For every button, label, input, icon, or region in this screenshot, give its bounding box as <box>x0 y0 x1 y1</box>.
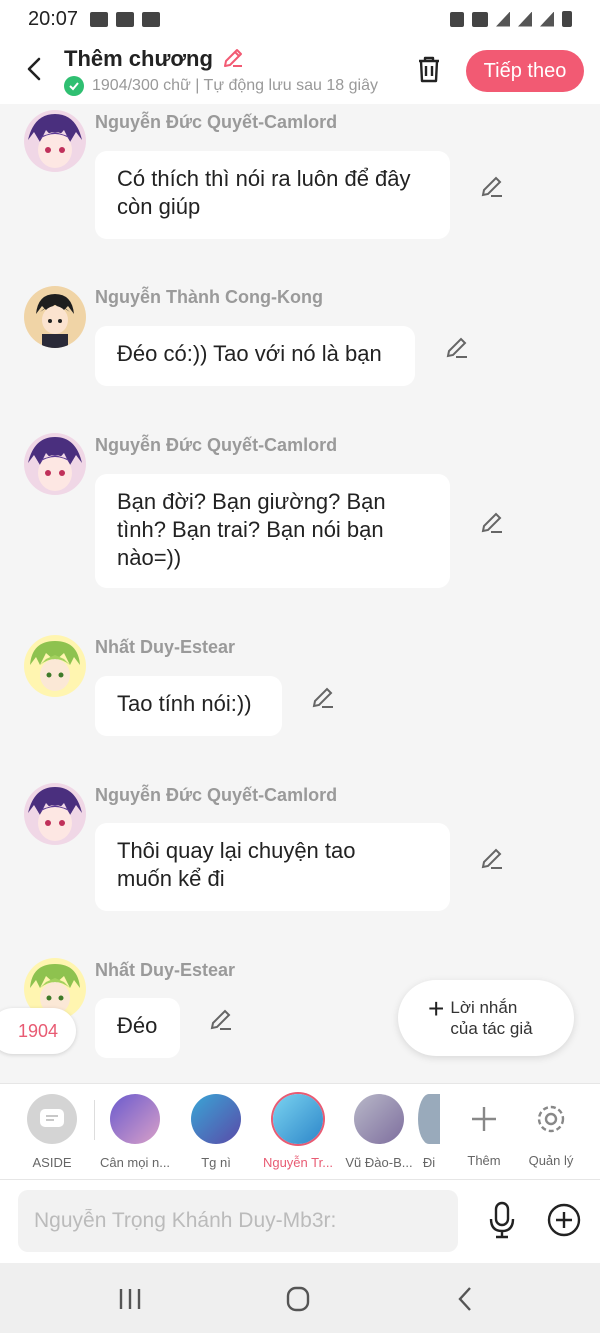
sender-name: Nguyễn Đức Quyết-Camlord <box>95 112 338 132</box>
plus-icon <box>472 1107 496 1131</box>
gear-icon <box>537 1105 565 1133</box>
manage-button[interactable]: Quản lý <box>511 1094 591 1168</box>
avatar[interactable] <box>24 433 86 495</box>
character-item[interactable]: Vũ Đào-B... <box>339 1094 419 1170</box>
character-avatar <box>418 1094 440 1144</box>
title-wrap: Thêm chương <box>64 46 245 72</box>
avatar[interactable] <box>24 286 86 348</box>
avatar[interactable] <box>24 110 86 172</box>
input-bar <box>0 1179 600 1263</box>
system-nav-bar <box>0 1263 600 1333</box>
character-avatar <box>110 1094 160 1144</box>
message-bubble[interactable]: Tao tính nói:)) <box>95 676 282 736</box>
battery-icon <box>562 11 572 27</box>
home-icon[interactable] <box>280 1283 316 1315</box>
sender-name: Nguyễn Đức Quyết-Camlord <box>95 785 338 805</box>
add-circle-icon[interactable] <box>546 1202 582 1238</box>
message-input[interactable] <box>18 1190 458 1252</box>
character-label: Đi <box>422 1155 436 1170</box>
edit-pencil-icon[interactable] <box>443 334 471 362</box>
character-label: Tg nì <box>201 1155 231 1170</box>
character-avatar <box>191 1094 241 1144</box>
message-line: còn giúp <box>117 194 201 219</box>
character-item[interactable]: Cân mọi n... <box>95 1094 175 1170</box>
character-strip: ASIDE Cân mọi n... Tg nì Nguyễn Tr... Vũ… <box>0 1083 600 1179</box>
edit-pencil-icon[interactable] <box>309 684 337 712</box>
character-aside[interactable]: ASIDE <box>12 1094 92 1170</box>
mute-icon <box>472 11 488 27</box>
sender-name: Nguyễn Thành Cong-Kong <box>95 287 323 307</box>
avatar[interactable] <box>24 783 86 845</box>
author-note-line: của tác giả <box>450 1019 533 1038</box>
youtube-icon <box>116 11 135 27</box>
message-line: Có thích thì nói ra luôn để đây <box>117 166 411 191</box>
character-label: Cân mọi n... <box>99 1155 171 1170</box>
back-arrow-icon[interactable] <box>20 54 50 84</box>
wifi-icon <box>496 11 510 27</box>
gallery-icon <box>90 11 109 27</box>
sender-name: Nhất Duy-Estear <box>95 960 236 980</box>
message-line: nào=)) <box>117 545 182 570</box>
aside-icon <box>27 1094 77 1144</box>
character-label: ASIDE <box>32 1155 72 1170</box>
message-line: Bạn đời? Bạn giường? Bạn <box>117 489 386 514</box>
word-count-pill[interactable]: 1904 <box>0 1008 76 1054</box>
message-bubble[interactable]: Thôi quay lại chuyện tao muốn kể đi <box>95 823 450 911</box>
message-bubble[interactable]: Đéo có:)) Tao với nó là bạn <box>95 326 415 386</box>
character-avatar <box>273 1094 323 1144</box>
author-note-line: Lời nhắn <box>450 998 518 1017</box>
sender-name: Nguyễn Đức Quyết-Camlord <box>95 435 338 455</box>
clock-icon <box>142 11 161 27</box>
character-label: Quản lý <box>528 1153 574 1168</box>
check-icon <box>64 76 84 96</box>
message-line: Thôi quay lại chuyện tao <box>117 838 356 863</box>
notification-icons <box>90 11 161 27</box>
character-label: Nguyễn Tr... <box>262 1155 334 1170</box>
top-header: Thêm chương 1904/300 chữ | Tự động lưu s… <box>0 38 600 104</box>
sender-name: Nhất Duy-Estear <box>95 637 236 657</box>
save-status-text: 1904/300 chữ | Tự động lưu sau 18 giây <box>92 77 378 94</box>
character-label: Vũ Đào-B... <box>345 1155 413 1170</box>
status-bar: 20:07 <box>0 0 600 38</box>
edit-pencil-icon[interactable] <box>207 1006 235 1034</box>
character-item[interactable]: Tg nì <box>176 1094 256 1170</box>
message-bubble[interactable]: Có thích thì nói ra luôn để đây còn giúp <box>95 151 450 239</box>
save-status: 1904/300 chữ | Tự động lưu sau 18 giây <box>64 76 394 96</box>
edit-pencil-icon[interactable] <box>478 845 506 873</box>
author-note-label: Lời nhắn của tác giả <box>450 997 532 1039</box>
trash-icon[interactable] <box>412 52 446 86</box>
message-bubble[interactable]: Đéo <box>95 998 180 1058</box>
author-note-button[interactable]: + Lời nhắn của tác giả <box>398 980 574 1056</box>
edit-title-icon[interactable] <box>221 46 245 70</box>
next-button[interactable]: Tiếp theo <box>466 50 584 92</box>
message-line: muốn kể đi <box>117 866 225 891</box>
message-bubble[interactable]: Bạn đời? Bạn giường? Bạn tình? Bạn trai?… <box>95 474 450 588</box>
edit-pencil-icon[interactable] <box>478 173 506 201</box>
avatar[interactable] <box>24 635 86 697</box>
character-item-active[interactable]: Nguyễn Tr... <box>258 1094 338 1170</box>
edit-pencil-icon[interactable] <box>478 509 506 537</box>
recycle-icon <box>450 11 464 27</box>
plus-icon: + <box>428 993 445 1024</box>
message-line: Tao tính nói:)) <box>117 691 252 716</box>
signal-2-icon <box>540 11 554 27</box>
page-title: Thêm chương <box>64 46 213 71</box>
status-time: 20:07 <box>28 7 79 30</box>
system-icons <box>450 11 572 27</box>
message-line: tình? Bạn trai? Bạn nói bạn <box>117 517 384 542</box>
character-item[interactable]: Đi <box>418 1094 440 1170</box>
character-avatar <box>354 1094 404 1144</box>
message-line: Đéo <box>117 1013 158 1038</box>
signal-icon <box>518 11 532 27</box>
back-nav-icon[interactable] <box>448 1283 484 1315</box>
microphone-icon[interactable] <box>486 1200 518 1240</box>
recent-apps-icon[interactable] <box>112 1283 148 1315</box>
message-line: Đéo có:)) Tao với nó là bạn <box>117 341 382 366</box>
